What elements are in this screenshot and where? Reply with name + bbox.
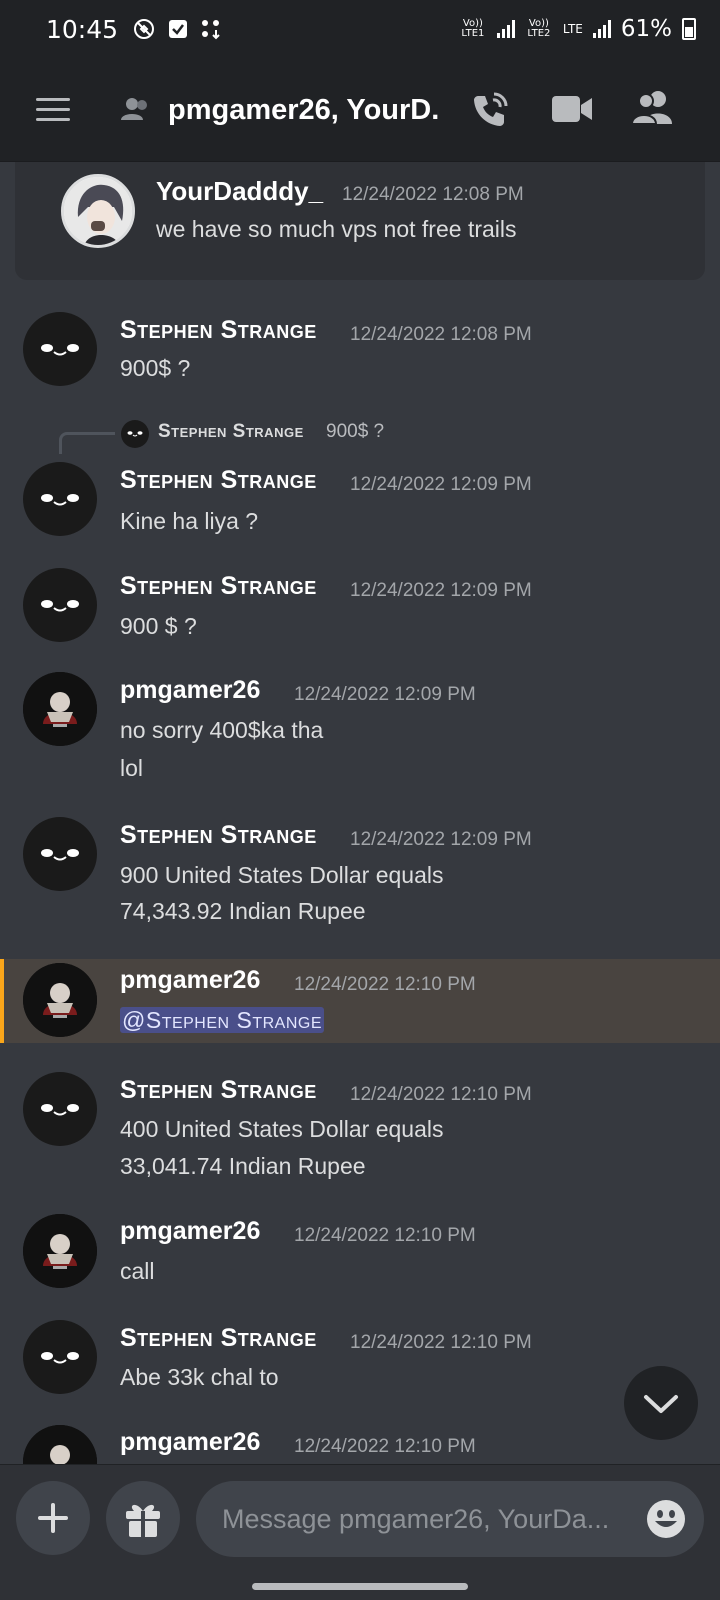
- avatar[interactable]: [23, 1214, 97, 1288]
- message-composer: [0, 1464, 720, 1600]
- avatar[interactable]: [23, 1320, 97, 1394]
- username[interactable]: Stephen Strange: [120, 1324, 317, 1353]
- mention-bar: [0, 959, 4, 1043]
- message-text: Abe 33k chal to: [120, 1364, 279, 1390]
- timestamp: 12/24/2022 12:08 PM: [342, 184, 524, 205]
- avatar[interactable]: [23, 817, 97, 891]
- channel-header: pmgamer26, YourD..: [0, 58, 720, 162]
- message-text: 74,343.92 Indian Rupee: [120, 898, 366, 924]
- group-dm-icon: [121, 98, 147, 120]
- timestamp: 12/24/2022 12:10 PM: [294, 974, 476, 995]
- context-message-card[interactable]: YourDadddy_ 12/24/2022 12:08 PM we have …: [15, 162, 705, 280]
- avatar[interactable]: [23, 963, 97, 1037]
- avatar[interactable]: [23, 462, 97, 536]
- message-input[interactable]: [196, 1481, 704, 1557]
- add-attachment-button[interactable]: [16, 1481, 90, 1555]
- user-mention[interactable]: @Stephen Strange: [120, 1007, 324, 1033]
- gift-icon: [126, 1504, 160, 1537]
- timestamp: 12/24/2022 12:10 PM: [294, 1436, 476, 1457]
- signal-icon-2: [592, 20, 611, 38]
- avatar[interactable]: [23, 1425, 97, 1464]
- username[interactable]: Stephen Strange: [120, 1076, 317, 1105]
- voice-call-icon[interactable]: [470, 90, 510, 130]
- dots-icon: [202, 20, 220, 40]
- battery-icon: [682, 18, 696, 40]
- checkbox-icon: [169, 20, 188, 38]
- timestamp: 12/24/2022 12:09 PM: [350, 474, 532, 495]
- username[interactable]: pmgamer26: [120, 1428, 260, 1457]
- message-text: 900 United States Dollar equals: [120, 862, 444, 888]
- message-text: 33,041.74 Indian Rupee: [120, 1153, 366, 1179]
- message-text: 900$ ?: [120, 355, 191, 381]
- reply-username[interactable]: Stephen Strange: [158, 421, 304, 443]
- username[interactable]: Stephen Strange: [120, 572, 317, 601]
- avatar[interactable]: [23, 1072, 97, 1146]
- timestamp: 12/24/2022 12:10 PM: [350, 1332, 532, 1353]
- menu-icon[interactable]: [36, 98, 70, 128]
- username[interactable]: Stephen Strange: [120, 466, 317, 495]
- jump-to-bottom-button[interactable]: [624, 1366, 698, 1440]
- status-bar: 10:45 Vo)) LTE1 Vo)) LTE2 LTE 61%: [0, 0, 720, 58]
- username[interactable]: Stephen Strange: [120, 821, 317, 850]
- timestamp: 12/24/2022 12:09 PM: [350, 580, 532, 601]
- sim1-label: Vo)) LTE1: [461, 18, 485, 39]
- message-text: we have so much vps not free trails: [156, 216, 517, 242]
- emoji-icon[interactable]: [646, 1499, 686, 1539]
- timestamp: 12/24/2022 12:09 PM: [350, 829, 532, 850]
- avatar[interactable]: [23, 312, 97, 386]
- avatar[interactable]: [23, 672, 97, 746]
- username[interactable]: pmgamer26: [120, 676, 260, 705]
- home-indicator[interactable]: [252, 1583, 468, 1590]
- mention-highlight: [0, 959, 720, 1043]
- timestamp: 12/24/2022 12:09 PM: [294, 684, 476, 705]
- message-text: lol: [120, 755, 144, 781]
- signal-icon: [496, 20, 515, 38]
- network-type: LTE: [562, 22, 583, 36]
- nfc-off-icon: [134, 19, 155, 39]
- plus-icon: [38, 1503, 68, 1533]
- username[interactable]: Stephen Strange: [120, 316, 317, 345]
- timestamp: 12/24/2022 12:10 PM: [350, 1084, 532, 1105]
- reply-connector: [59, 432, 115, 454]
- avatar[interactable]: [61, 174, 135, 248]
- message-text: no sorry 400$ka tha: [120, 717, 324, 743]
- status-time: 10:45: [46, 14, 119, 44]
- reply-text[interactable]: 900$ ?: [326, 421, 384, 443]
- battery-percent: 61%: [620, 16, 672, 42]
- username[interactable]: pmgamer26: [120, 966, 260, 995]
- sim2-label: Vo)) LTE2: [527, 18, 551, 39]
- video-call-icon[interactable]: [552, 94, 592, 124]
- members-icon[interactable]: [632, 90, 674, 126]
- message-text: call: [120, 1258, 155, 1284]
- timestamp: 12/24/2022 12:10 PM: [294, 1225, 476, 1246]
- avatar[interactable]: [23, 568, 97, 642]
- reply-avatar: [121, 420, 149, 448]
- message-text: Kine ha liya ?: [120, 508, 259, 534]
- message-text: 400 United States Dollar equals: [120, 1116, 444, 1142]
- message-text: 900 $ ?: [120, 613, 197, 639]
- gift-button[interactable]: [106, 1481, 180, 1555]
- channel-title[interactable]: pmgamer26, YourD..: [168, 94, 440, 127]
- username[interactable]: pmgamer26: [120, 1217, 260, 1246]
- chevron-down-icon: [644, 1395, 678, 1413]
- username[interactable]: YourDadddy_: [156, 176, 323, 207]
- timestamp: 12/24/2022 12:08 PM: [350, 324, 532, 345]
